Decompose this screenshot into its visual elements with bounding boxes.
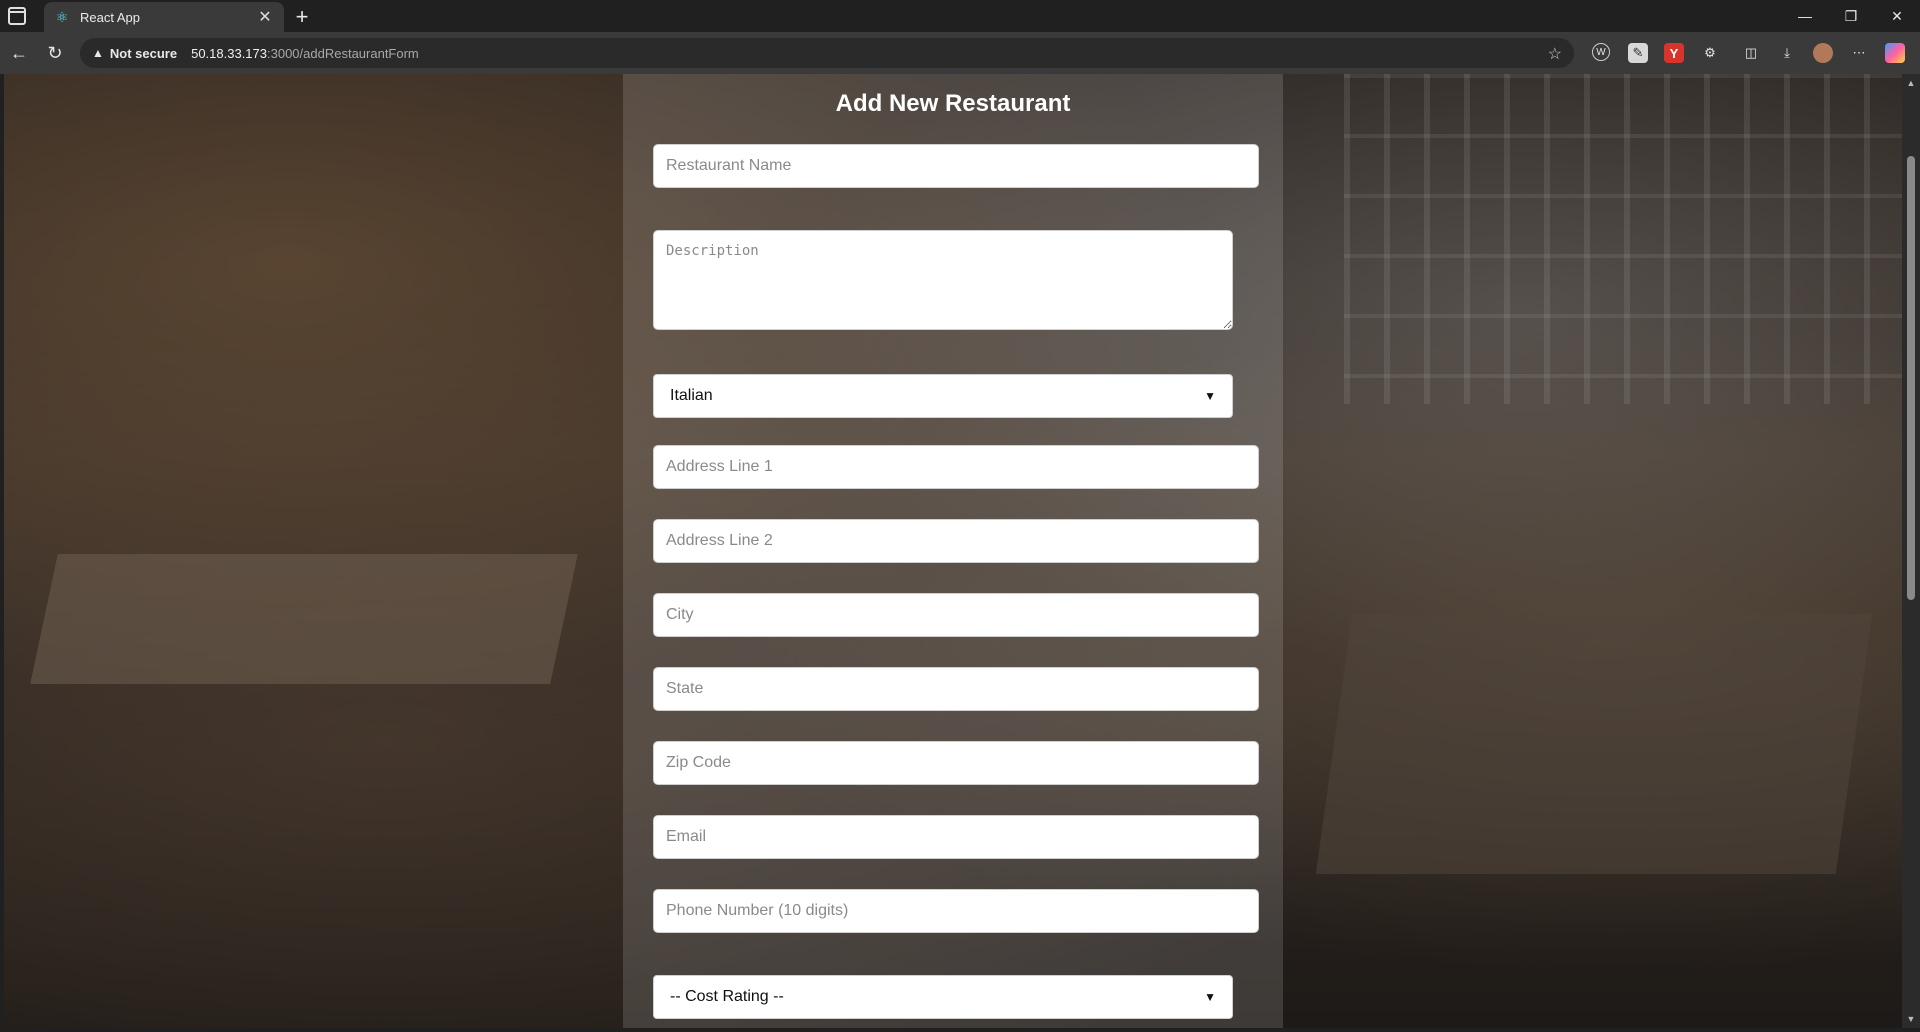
extension-w-icon[interactable]: W (1592, 43, 1610, 61)
email-input[interactable] (653, 815, 1259, 859)
tab-react-app[interactable]: ⚛ React App ✕ (44, 2, 284, 32)
cost-rating-select-value: -- Cost Rating -- (670, 988, 784, 1005)
back-arrow-icon[interactable]: ← (6, 40, 32, 66)
city-input[interactable] (653, 593, 1259, 637)
state-input[interactable] (653, 667, 1259, 711)
cuisine-select-value: Italian (670, 387, 713, 404)
page-scrollbar[interactable]: ▲ ▼ (1902, 74, 1920, 1028)
address-line-1-input[interactable] (653, 445, 1259, 489)
security-label[interactable]: Not secure (110, 46, 177, 61)
tab-title: React App (80, 9, 140, 25)
warning-icon: ▲ (92, 46, 104, 60)
restore-button[interactable]: ❐ (1828, 0, 1874, 32)
close-window-button[interactable]: ✕ (1874, 0, 1920, 32)
extension-note-icon[interactable]: ✎ (1628, 43, 1648, 63)
scroll-down-arrow-icon[interactable]: ▼ (1906, 1014, 1916, 1024)
star-icon[interactable]: ☆ (1548, 44, 1562, 64)
browser-toolbar: ← ↻ ▲ Not secure 50.18.33.173:3000/addRe… (0, 32, 1920, 74)
split-screen-icon[interactable]: ◫ (1741, 43, 1761, 63)
background-table-right (1315, 614, 1873, 874)
chevron-down-icon: ▼ (1204, 389, 1216, 403)
page-viewport: Add New Restaurant Italian ▼ -- Cost Rat… (4, 74, 1902, 1028)
address-bar[interactable]: ▲ Not secure 50.18.33.173:3000/addRestau… (80, 38, 1574, 68)
add-restaurant-form: Add New Restaurant Italian ▼ -- Cost Rat… (623, 74, 1283, 1028)
title-bar: ⚛ React App ✕ + — ❐ ✕ (0, 0, 1920, 32)
reload-icon[interactable]: ↻ (42, 40, 68, 66)
restaurant-name-input[interactable] (653, 144, 1259, 188)
downloads-icon[interactable]: ⤓ (1777, 43, 1797, 63)
phone-number-input[interactable] (653, 889, 1259, 933)
minimize-button[interactable]: — (1782, 0, 1828, 32)
cost-rating-select[interactable]: -- Cost Rating -- ▼ (653, 975, 1233, 1019)
zip-code-input[interactable] (653, 741, 1259, 785)
cuisine-select[interactable]: Italian ▼ (653, 374, 1233, 418)
background-shelves (1344, 74, 1902, 404)
copilot-icon[interactable] (1885, 43, 1905, 63)
chevron-down-icon: ▼ (1204, 990, 1216, 1004)
tab-actions-icon[interactable] (8, 7, 26, 25)
extension-y-icon[interactable]: Y (1664, 43, 1684, 63)
description-textarea[interactable] (653, 230, 1233, 330)
form-title: Add New Restaurant (835, 90, 1071, 117)
scroll-up-arrow-icon[interactable]: ▲ (1906, 78, 1916, 88)
scrollbar-thumb[interactable] (1907, 156, 1915, 600)
background-table-left (30, 554, 578, 684)
url-path: :3000/addRestaurantForm (267, 45, 419, 61)
more-menu-icon[interactable]: ⋯ (1849, 43, 1869, 63)
extensions-icon[interactable]: ⚙ (1700, 43, 1720, 63)
close-tab-icon[interactable]: ✕ (256, 7, 274, 27)
profile-avatar[interactable] (1813, 43, 1833, 63)
address-line-2-input[interactable] (653, 519, 1259, 563)
new-tab-button[interactable]: + (288, 3, 316, 31)
react-icon: ⚛ (55, 9, 69, 25)
url-host: 50.18.33.173 (191, 45, 267, 61)
